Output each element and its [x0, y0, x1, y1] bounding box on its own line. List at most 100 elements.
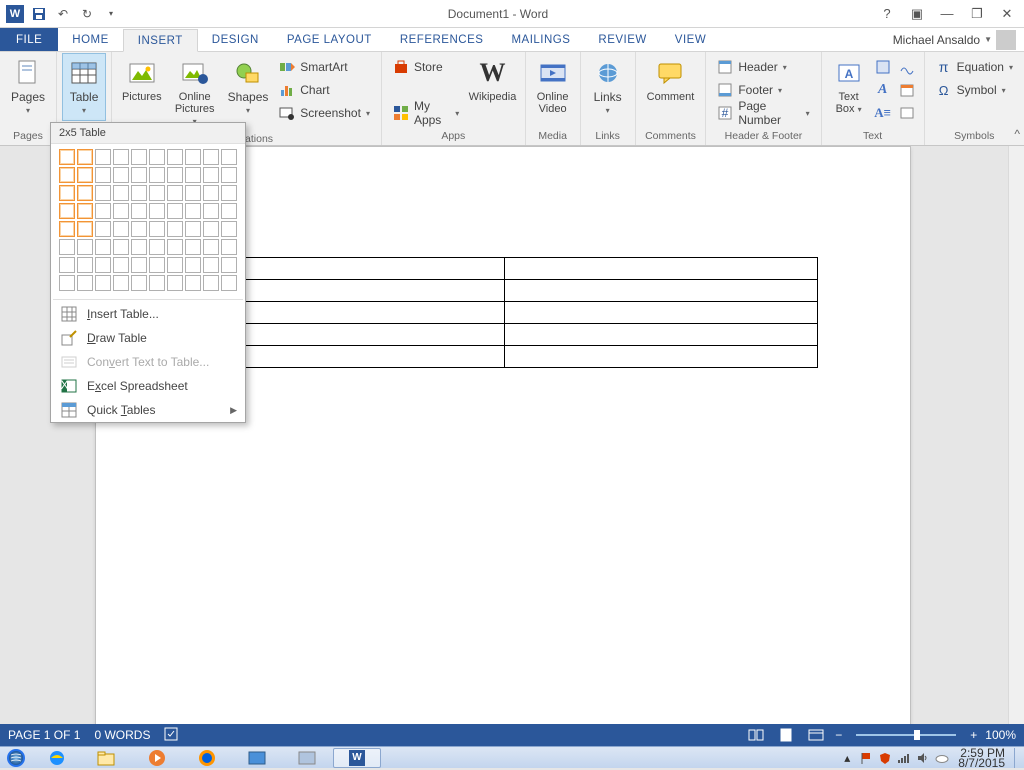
- flag-icon[interactable]: [859, 751, 873, 765]
- help-icon[interactable]: ?: [876, 5, 898, 23]
- save-button[interactable]: [30, 5, 48, 23]
- table-grid-cell[interactable]: [149, 167, 165, 183]
- shield-icon[interactable]: [878, 751, 892, 765]
- table-grid-cell[interactable]: [221, 149, 237, 165]
- tab-file[interactable]: FILE: [0, 28, 58, 51]
- table-grid-cell[interactable]: [185, 257, 201, 273]
- tab-view[interactable]: VIEW: [661, 28, 720, 51]
- table-grid-cell[interactable]: [185, 167, 201, 183]
- table-grid-cell[interactable]: [59, 149, 75, 165]
- tab-home[interactable]: HOME: [58, 28, 123, 51]
- insert-table-menu[interactable]: Insert Table...: [51, 302, 245, 326]
- collapse-ribbon-icon[interactable]: ^: [1014, 127, 1020, 141]
- onedrive-icon[interactable]: [935, 751, 949, 765]
- table-grid-cell[interactable]: [149, 203, 165, 219]
- minimize-button[interactable]: —: [936, 5, 958, 23]
- task-media-player[interactable]: [133, 748, 181, 768]
- chart-button[interactable]: Chart: [274, 79, 375, 101]
- table-grid-cell[interactable]: [59, 167, 75, 183]
- task-app1[interactable]: [233, 748, 281, 768]
- table-grid-cell[interactable]: [77, 257, 93, 273]
- show-desktop-button[interactable]: [1014, 748, 1020, 768]
- ribbon-options-icon[interactable]: ▣: [906, 5, 928, 23]
- table-grid-cell[interactable]: [59, 185, 75, 201]
- vertical-scrollbar[interactable]: [1008, 146, 1024, 724]
- read-mode-icon[interactable]: [745, 726, 767, 744]
- symbol-button[interactable]: ΩSymbol ▾: [931, 79, 1018, 101]
- table-grid-cell[interactable]: [113, 167, 129, 183]
- table-grid-cell[interactable]: [203, 257, 219, 273]
- table-grid-cell[interactable]: [167, 167, 183, 183]
- table-grid-cell[interactable]: [77, 239, 93, 255]
- table-grid-cell[interactable]: [221, 185, 237, 201]
- table-grid-cell[interactable]: [77, 185, 93, 201]
- table-grid-cell[interactable]: [95, 275, 111, 291]
- zoom-slider[interactable]: [856, 734, 956, 736]
- print-layout-icon[interactable]: [775, 726, 797, 744]
- table-grid-cell[interactable]: [203, 185, 219, 201]
- zoom-out-button[interactable]: −: [835, 728, 842, 742]
- quick-parts-button[interactable]: [872, 56, 894, 78]
- table-grid-cell[interactable]: [77, 275, 93, 291]
- table-grid-cell[interactable]: [221, 239, 237, 255]
- wikipedia-button[interactable]: W Wikipedia: [466, 54, 518, 106]
- pages-button[interactable]: Pages▾: [6, 54, 50, 120]
- wordart-button[interactable]: A: [872, 79, 894, 101]
- table-grid-cell[interactable]: [167, 275, 183, 291]
- table-grid-cell[interactable]: [149, 257, 165, 273]
- draw-table-menu[interactable]: Draw Table: [51, 326, 245, 350]
- word-count[interactable]: 0 WORDS: [94, 728, 150, 742]
- table-grid-cell[interactable]: [59, 221, 75, 237]
- wifi-icon[interactable]: [897, 751, 911, 765]
- screenshot-button[interactable]: Screenshot ▾: [274, 102, 375, 124]
- table-grid-cell[interactable]: [95, 149, 111, 165]
- comment-button[interactable]: Comment: [642, 54, 700, 106]
- online-pictures-button[interactable]: OnlinePictures ▾: [168, 54, 222, 131]
- account-area[interactable]: Michael Ansaldo ▼: [885, 28, 1024, 51]
- table-grid-cell[interactable]: [167, 257, 183, 273]
- redo-button[interactable]: ↻: [78, 5, 96, 23]
- table-grid-cell[interactable]: [203, 221, 219, 237]
- table-grid-cell[interactable]: [77, 149, 93, 165]
- table-grid-cell[interactable]: [167, 203, 183, 219]
- task-ie[interactable]: [33, 748, 81, 768]
- table-grid-cell[interactable]: [149, 185, 165, 201]
- table-grid-cell[interactable]: [221, 203, 237, 219]
- tab-design[interactable]: DESIGN: [198, 28, 273, 51]
- task-firefox[interactable]: [183, 748, 231, 768]
- table-grid-cell[interactable]: [203, 203, 219, 219]
- footer-button[interactable]: Footer ▾: [712, 79, 814, 101]
- qat-customize[interactable]: ▾: [102, 5, 120, 23]
- table-grid-cell[interactable]: [131, 203, 147, 219]
- table-grid-cell[interactable]: [203, 167, 219, 183]
- table-grid-cell[interactable]: [131, 275, 147, 291]
- my-apps-button[interactable]: My Apps ▾: [388, 102, 464, 124]
- table-grid-cell[interactable]: [167, 239, 183, 255]
- maximize-button[interactable]: ❐: [966, 5, 988, 23]
- zoom-level[interactable]: 100%: [985, 728, 1016, 742]
- table-grid-cell[interactable]: [167, 185, 183, 201]
- table-grid-cell[interactable]: [113, 203, 129, 219]
- table-grid-cell[interactable]: [185, 203, 201, 219]
- table-grid-cell[interactable]: [113, 185, 129, 201]
- volume-icon[interactable]: [916, 751, 930, 765]
- text-box-button[interactable]: A TextBox ▾: [828, 54, 870, 119]
- table-grid-cell[interactable]: [95, 203, 111, 219]
- equation-button[interactable]: πEquation ▾: [931, 56, 1018, 78]
- object-button[interactable]: [896, 102, 918, 124]
- quick-tables-menu[interactable]: Quick Tables ▶: [51, 398, 245, 422]
- smartart-button[interactable]: SmartArt: [274, 56, 375, 78]
- table-grid-cell[interactable]: [221, 275, 237, 291]
- table-grid-cell[interactable]: [59, 275, 75, 291]
- store-button[interactable]: Store: [388, 56, 464, 78]
- tab-insert[interactable]: INSERT: [123, 29, 198, 52]
- inserted-table[interactable]: [191, 257, 818, 368]
- proofing-icon[interactable]: [164, 727, 180, 744]
- table-grid-cell[interactable]: [131, 239, 147, 255]
- table-grid-cell[interactable]: [167, 149, 183, 165]
- table-size-grid[interactable]: [51, 144, 245, 297]
- table-grid-cell[interactable]: [131, 185, 147, 201]
- table-grid-cell[interactable]: [113, 275, 129, 291]
- table-grid-cell[interactable]: [131, 257, 147, 273]
- tab-mailings[interactable]: MAILINGS: [497, 28, 584, 51]
